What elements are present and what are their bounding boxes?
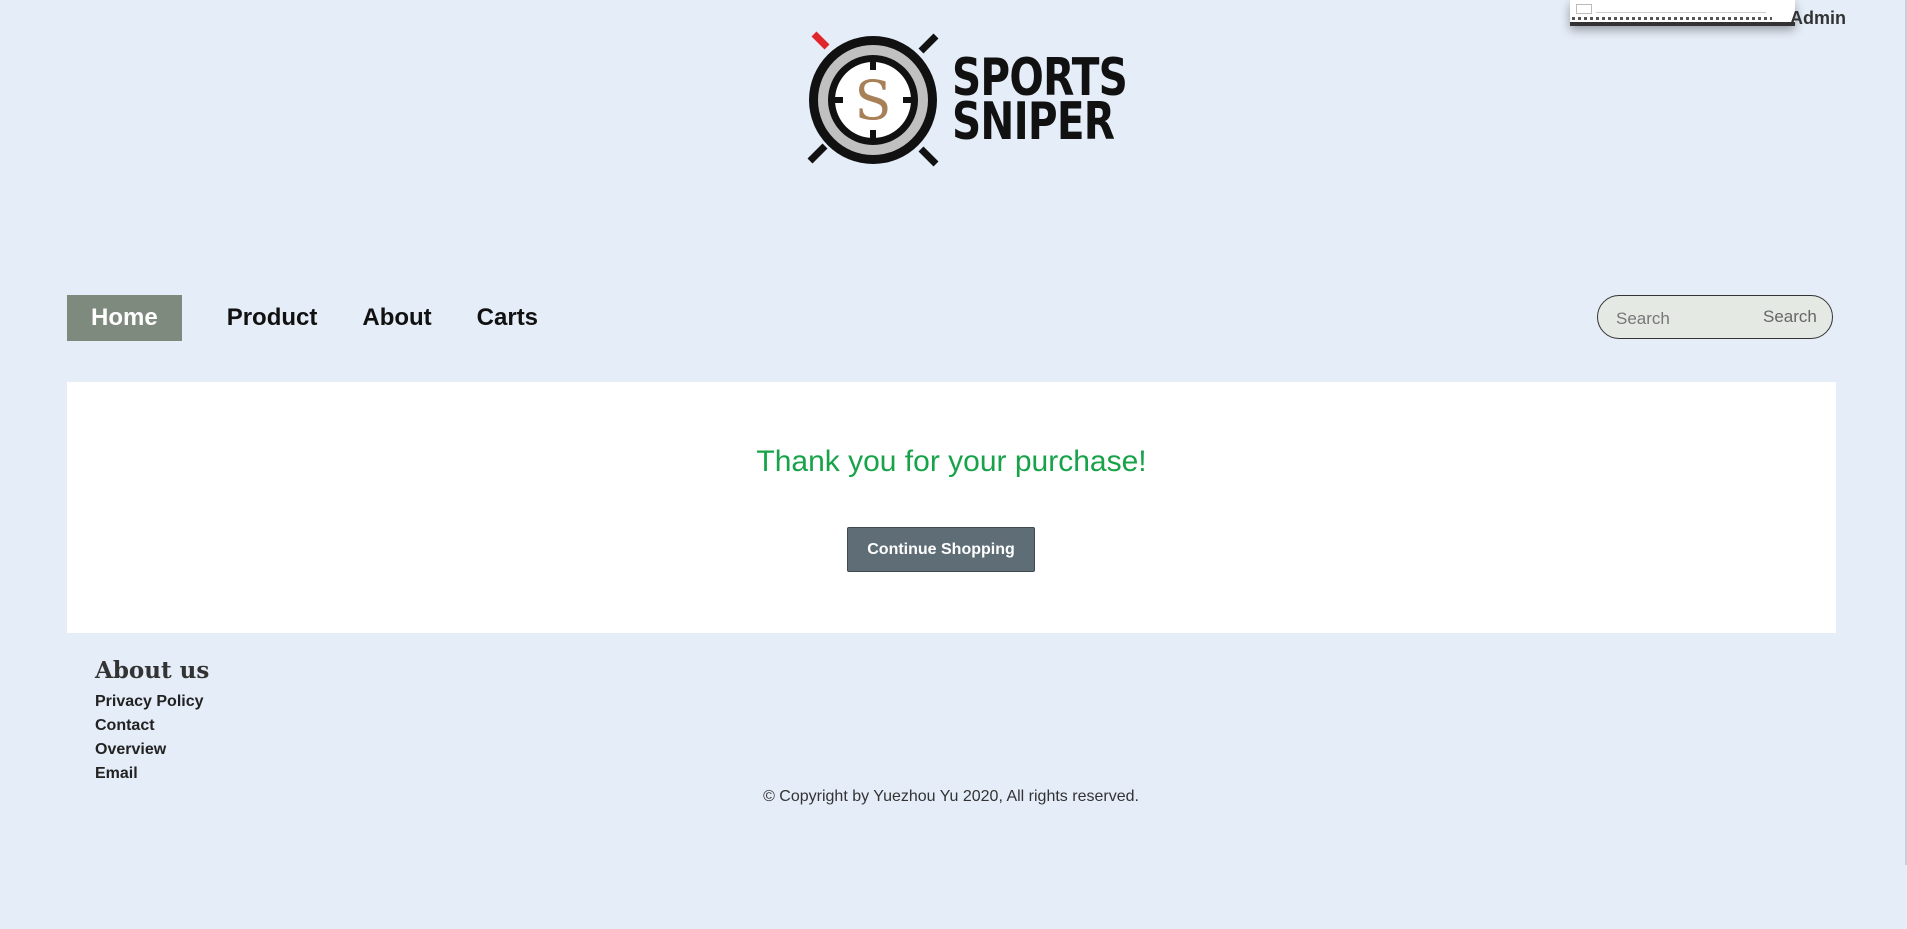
crosshair-logo-icon: S [807,31,939,167]
nav-home[interactable]: Home [67,295,182,341]
window-thumbnail[interactable] [1570,0,1795,26]
admin-link[interactable]: Admin [1790,8,1846,29]
nav-about[interactable]: About [362,295,431,341]
footer-link-overview[interactable]: Overview [95,738,204,762]
search-input[interactable] [1614,306,1738,332]
nav-carts[interactable]: Carts [477,295,538,341]
logo[interactable]: S SPORTS SNIPER [800,30,1128,170]
svg-text:S: S [855,69,892,132]
copyright-text: © Copyright by Yuezhou Yu 2020, All righ… [763,788,1139,805]
main-nav: Home Product About Carts [67,295,583,341]
search-button[interactable]: Search [1763,307,1817,327]
page: Admin S SPORTS SNIPER Home Product About… [0,0,1907,929]
footer-link-contact[interactable]: Contact [95,714,204,738]
continue-shopping-button[interactable]: Continue Shopping [847,527,1035,572]
footer-link-privacy-policy[interactable]: Privacy Policy [95,690,204,714]
footer-title: About us [95,657,210,684]
confirmation-panel: Thank you for your purchase! Continue Sh… [67,382,1836,633]
nav-product[interactable]: Product [227,295,318,341]
footer-link-email[interactable]: Email [95,762,204,786]
footer-links: Privacy Policy Contact Overview Email [95,690,204,786]
search-box: Search [1597,295,1833,339]
logo-line-2: SNIPER [952,92,1115,152]
logo-wordmark: SPORTS SNIPER [952,52,1128,152]
purchase-message: Thank you for your purchase! [756,445,1147,478]
